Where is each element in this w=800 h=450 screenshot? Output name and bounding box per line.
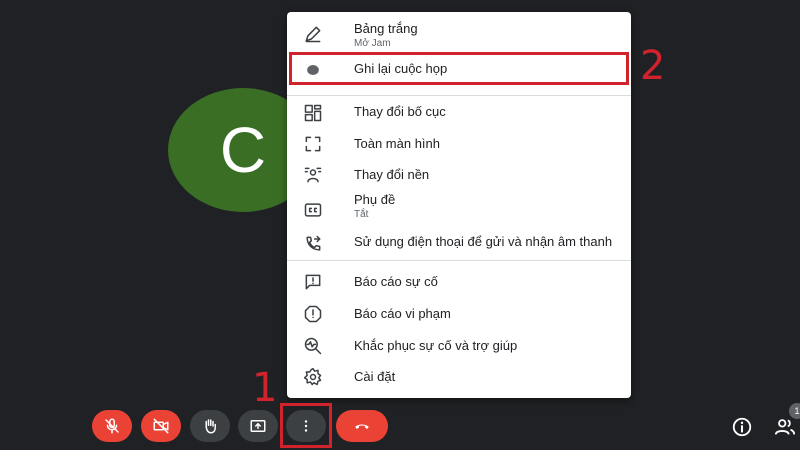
menu-label-whiteboard: Bảng trắng	[354, 21, 418, 36]
menu-sublabel-captions: Tắt	[354, 209, 369, 220]
camera-toggle-button[interactable]	[141, 410, 181, 442]
avatar-initial: C	[219, 114, 267, 186]
meeting-info-button[interactable]	[731, 416, 753, 438]
menu-item-change-layout[interactable]: Thay đổi bố cục	[287, 98, 631, 128]
menu-label-report-abuse: Báo cáo vi phạm	[354, 306, 451, 321]
menu-label-troubleshoot: Khắc phục sự cố và trợ giúp	[354, 338, 518, 353]
menu-divider	[287, 260, 631, 261]
menu-sublabel-whiteboard: Mở Jam	[354, 38, 391, 49]
background-icon	[301, 163, 325, 187]
menu-item-settings[interactable]: Cài đặt	[287, 362, 631, 392]
step-2-label: 2	[640, 43, 666, 89]
menu-label-fullscreen: Toàn màn hình	[354, 136, 441, 151]
people-count-badge: 1	[789, 403, 800, 419]
pen-icon	[301, 22, 325, 46]
people-button[interactable]	[774, 416, 796, 438]
step-1-label: 1	[252, 365, 278, 411]
highlight-more-options	[280, 403, 332, 448]
menu-divider	[287, 95, 631, 96]
raise-hand-icon	[205, 419, 216, 434]
people-icon	[774, 419, 796, 435]
menu-label-report-problem: Báo cáo sự cố	[354, 274, 438, 289]
highlight-record-meeting	[289, 52, 629, 85]
menu-item-use-phone[interactable]: Sử dụng điện thoại để gửi và nhận âm tha…	[287, 226, 631, 260]
report-icon	[301, 302, 325, 326]
raise-hand-button[interactable]	[190, 410, 230, 442]
menu-item-whiteboard[interactable]: Bảng trắng Mở Jam	[287, 12, 631, 54]
meeting-stage: C Bảng trắng Mở Jam Ghi lại cuộc họp Tha…	[0, 0, 800, 450]
camera-off-icon	[153, 418, 169, 434]
menu-label-use-phone: Sử dụng điện thoại để gửi và nhận âm tha…	[354, 234, 613, 249]
menu-label-settings: Cài đặt	[354, 369, 396, 384]
menu-label-change-background: Thay đổi nền	[354, 167, 430, 182]
menu-item-fullscreen[interactable]: Toàn màn hình	[287, 129, 631, 159]
info-icon	[732, 417, 752, 437]
hang-up-icon	[355, 424, 369, 429]
menu-item-report-abuse[interactable]: Báo cáo vi phạm	[287, 299, 631, 329]
mic-off-icon	[105, 418, 119, 434]
phone-forward-icon	[301, 232, 325, 256]
present-screen-button[interactable]	[238, 410, 278, 442]
captions-icon	[301, 198, 325, 222]
menu-item-report-problem[interactable]: Báo cáo sự cố	[287, 267, 631, 297]
menu-item-change-background[interactable]: Thay đổi nền	[287, 160, 631, 190]
troubleshoot-icon	[301, 334, 325, 358]
fullscreen-icon	[301, 132, 325, 156]
menu-label-change-layout: Thay đổi bố cục	[354, 104, 446, 119]
menu-item-troubleshoot[interactable]: Khắc phục sự cố và trợ giúp	[287, 331, 631, 361]
present-screen-icon	[250, 420, 266, 432]
menu-label-captions: Phụ đề	[354, 192, 396, 207]
menu-item-captions[interactable]: Phụ đề Tắt	[287, 190, 631, 226]
hang-up-button[interactable]	[336, 410, 388, 442]
mic-toggle-button[interactable]	[92, 410, 132, 442]
layout-icon	[301, 101, 325, 125]
feedback-icon	[301, 270, 325, 294]
gear-icon	[301, 365, 325, 389]
